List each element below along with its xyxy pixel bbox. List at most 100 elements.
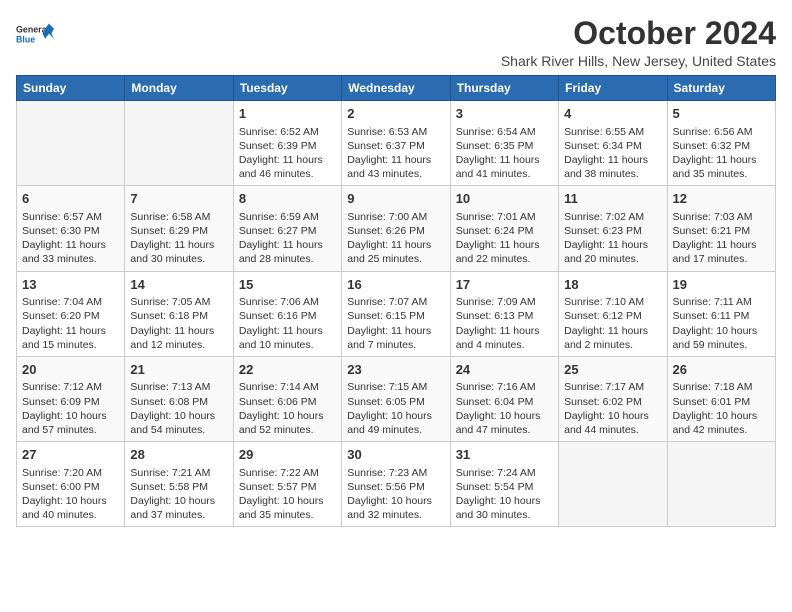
cell-info-line: Sunset: 6:30 PM — [22, 224, 119, 238]
calendar-cell: 2Sunrise: 6:53 AMSunset: 6:37 PMDaylight… — [342, 101, 450, 186]
cell-info-line: Sunrise: 7:22 AM — [239, 466, 336, 480]
cell-info-line: and 41 minutes. — [456, 167, 553, 181]
cell-info-line: Daylight: 11 hours — [564, 324, 661, 338]
calendar-cell: 23Sunrise: 7:15 AMSunset: 6:05 PMDayligh… — [342, 356, 450, 441]
calendar-cell: 15Sunrise: 7:06 AMSunset: 6:16 PMDayligh… — [233, 271, 341, 356]
calendar-cell: 7Sunrise: 6:58 AMSunset: 6:29 PMDaylight… — [125, 186, 233, 271]
cell-info-line: Daylight: 10 hours — [130, 409, 227, 423]
cell-info-line: Sunrise: 7:20 AM — [22, 466, 119, 480]
cell-info-line: Sunrise: 7:01 AM — [456, 210, 553, 224]
cell-info-line: Sunset: 6:34 PM — [564, 139, 661, 153]
cell-info-line: and 57 minutes. — [22, 423, 119, 437]
cell-info-line: Daylight: 10 hours — [347, 409, 444, 423]
cell-info-line: and 46 minutes. — [239, 167, 336, 181]
day-number: 23 — [347, 361, 444, 379]
cell-info-line: Sunset: 6:18 PM — [130, 309, 227, 323]
cell-info-line: and 10 minutes. — [239, 338, 336, 352]
calendar-cell: 4Sunrise: 6:55 AMSunset: 6:34 PMDaylight… — [559, 101, 667, 186]
cell-info-line: Sunrise: 7:23 AM — [347, 466, 444, 480]
cell-info-line: Sunset: 6:02 PM — [564, 395, 661, 409]
cell-info-line: Sunset: 6:08 PM — [130, 395, 227, 409]
cell-info-line: and 35 minutes. — [239, 508, 336, 522]
cell-info-line: Daylight: 10 hours — [22, 409, 119, 423]
cell-info-line: Daylight: 11 hours — [347, 324, 444, 338]
day-number: 13 — [22, 276, 119, 294]
calendar-cell: 25Sunrise: 7:17 AMSunset: 6:02 PMDayligh… — [559, 356, 667, 441]
cell-info-line: Sunset: 5:56 PM — [347, 480, 444, 494]
cell-info-line: Daylight: 11 hours — [673, 153, 770, 167]
cell-info-line: Daylight: 11 hours — [564, 238, 661, 252]
cell-info-line: Daylight: 10 hours — [130, 494, 227, 508]
calendar-cell: 9Sunrise: 7:00 AMSunset: 6:26 PMDaylight… — [342, 186, 450, 271]
cell-info-line: and 33 minutes. — [22, 252, 119, 266]
day-number: 9 — [347, 190, 444, 208]
title-block: October 2024 Shark River Hills, New Jers… — [501, 16, 776, 69]
svg-text:Blue: Blue — [16, 35, 35, 45]
day-number: 24 — [456, 361, 553, 379]
cell-info-line: Daylight: 10 hours — [673, 409, 770, 423]
cell-info-line: Daylight: 11 hours — [456, 238, 553, 252]
calendar-cell: 21Sunrise: 7:13 AMSunset: 6:08 PMDayligh… — [125, 356, 233, 441]
cell-info-line: Sunset: 6:29 PM — [130, 224, 227, 238]
day-number: 2 — [347, 105, 444, 123]
cell-info-line: and 35 minutes. — [673, 167, 770, 181]
cell-info-line: Daylight: 10 hours — [456, 409, 553, 423]
cell-info-line: Sunset: 6:32 PM — [673, 139, 770, 153]
day-number: 17 — [456, 276, 553, 294]
logo-svg: General Blue — [16, 16, 54, 54]
calendar-cell: 12Sunrise: 7:03 AMSunset: 6:21 PMDayligh… — [667, 186, 775, 271]
day-number: 22 — [239, 361, 336, 379]
cell-info-line: and 25 minutes. — [347, 252, 444, 266]
cell-info-line: Sunset: 6:06 PM — [239, 395, 336, 409]
calendar-cell: 18Sunrise: 7:10 AMSunset: 6:12 PMDayligh… — [559, 271, 667, 356]
cell-info-line: Daylight: 11 hours — [564, 153, 661, 167]
cell-info-line: and 20 minutes. — [564, 252, 661, 266]
day-number: 6 — [22, 190, 119, 208]
logo: General Blue — [16, 16, 54, 54]
cell-info-line: Sunrise: 7:09 AM — [456, 295, 553, 309]
calendar-cell: 1Sunrise: 6:52 AMSunset: 6:39 PMDaylight… — [233, 101, 341, 186]
cell-info-line: Daylight: 10 hours — [456, 494, 553, 508]
cell-info-line: Daylight: 11 hours — [347, 153, 444, 167]
cell-info-line: Sunset: 6:39 PM — [239, 139, 336, 153]
day-number: 12 — [673, 190, 770, 208]
day-number: 29 — [239, 446, 336, 464]
cell-info-line: Sunrise: 7:06 AM — [239, 295, 336, 309]
cell-info-line: Sunrise: 7:24 AM — [456, 466, 553, 480]
calendar-cell: 26Sunrise: 7:18 AMSunset: 6:01 PMDayligh… — [667, 356, 775, 441]
cell-info-line: Daylight: 11 hours — [673, 238, 770, 252]
day-number: 3 — [456, 105, 553, 123]
cell-info-line: Sunrise: 6:56 AM — [673, 125, 770, 139]
cell-info-line: Sunset: 6:23 PM — [564, 224, 661, 238]
cell-info-line: Sunrise: 7:02 AM — [564, 210, 661, 224]
weekday-header-saturday: Saturday — [667, 76, 775, 101]
cell-info-line: Sunset: 5:54 PM — [456, 480, 553, 494]
calendar-cell: 3Sunrise: 6:54 AMSunset: 6:35 PMDaylight… — [450, 101, 558, 186]
cell-info-line: Sunset: 5:57 PM — [239, 480, 336, 494]
cell-info-line: Sunrise: 7:03 AM — [673, 210, 770, 224]
cell-info-line: Daylight: 11 hours — [22, 324, 119, 338]
cell-info-line: and 59 minutes. — [673, 338, 770, 352]
calendar-cell: 30Sunrise: 7:23 AMSunset: 5:56 PMDayligh… — [342, 442, 450, 527]
weekday-header-sunday: Sunday — [17, 76, 125, 101]
day-number: 28 — [130, 446, 227, 464]
cell-info-line: Sunset: 6:01 PM — [673, 395, 770, 409]
calendar-cell: 31Sunrise: 7:24 AMSunset: 5:54 PMDayligh… — [450, 442, 558, 527]
calendar-cell: 10Sunrise: 7:01 AMSunset: 6:24 PMDayligh… — [450, 186, 558, 271]
weekday-header-wednesday: Wednesday — [342, 76, 450, 101]
cell-info-line: and 49 minutes. — [347, 423, 444, 437]
day-number: 25 — [564, 361, 661, 379]
cell-info-line: Daylight: 11 hours — [239, 324, 336, 338]
day-number: 20 — [22, 361, 119, 379]
cell-info-line: Sunset: 6:37 PM — [347, 139, 444, 153]
cell-info-line: Daylight: 10 hours — [564, 409, 661, 423]
cell-info-line: and 54 minutes. — [130, 423, 227, 437]
cell-info-line: Sunset: 6:27 PM — [239, 224, 336, 238]
day-number: 11 — [564, 190, 661, 208]
cell-info-line: Sunset: 5:58 PM — [130, 480, 227, 494]
calendar-cell: 19Sunrise: 7:11 AMSunset: 6:11 PMDayligh… — [667, 271, 775, 356]
calendar-week-row: 1Sunrise: 6:52 AMSunset: 6:39 PMDaylight… — [17, 101, 776, 186]
cell-info-line: and 38 minutes. — [564, 167, 661, 181]
cell-info-line: Sunrise: 7:11 AM — [673, 295, 770, 309]
cell-info-line: and 4 minutes. — [456, 338, 553, 352]
